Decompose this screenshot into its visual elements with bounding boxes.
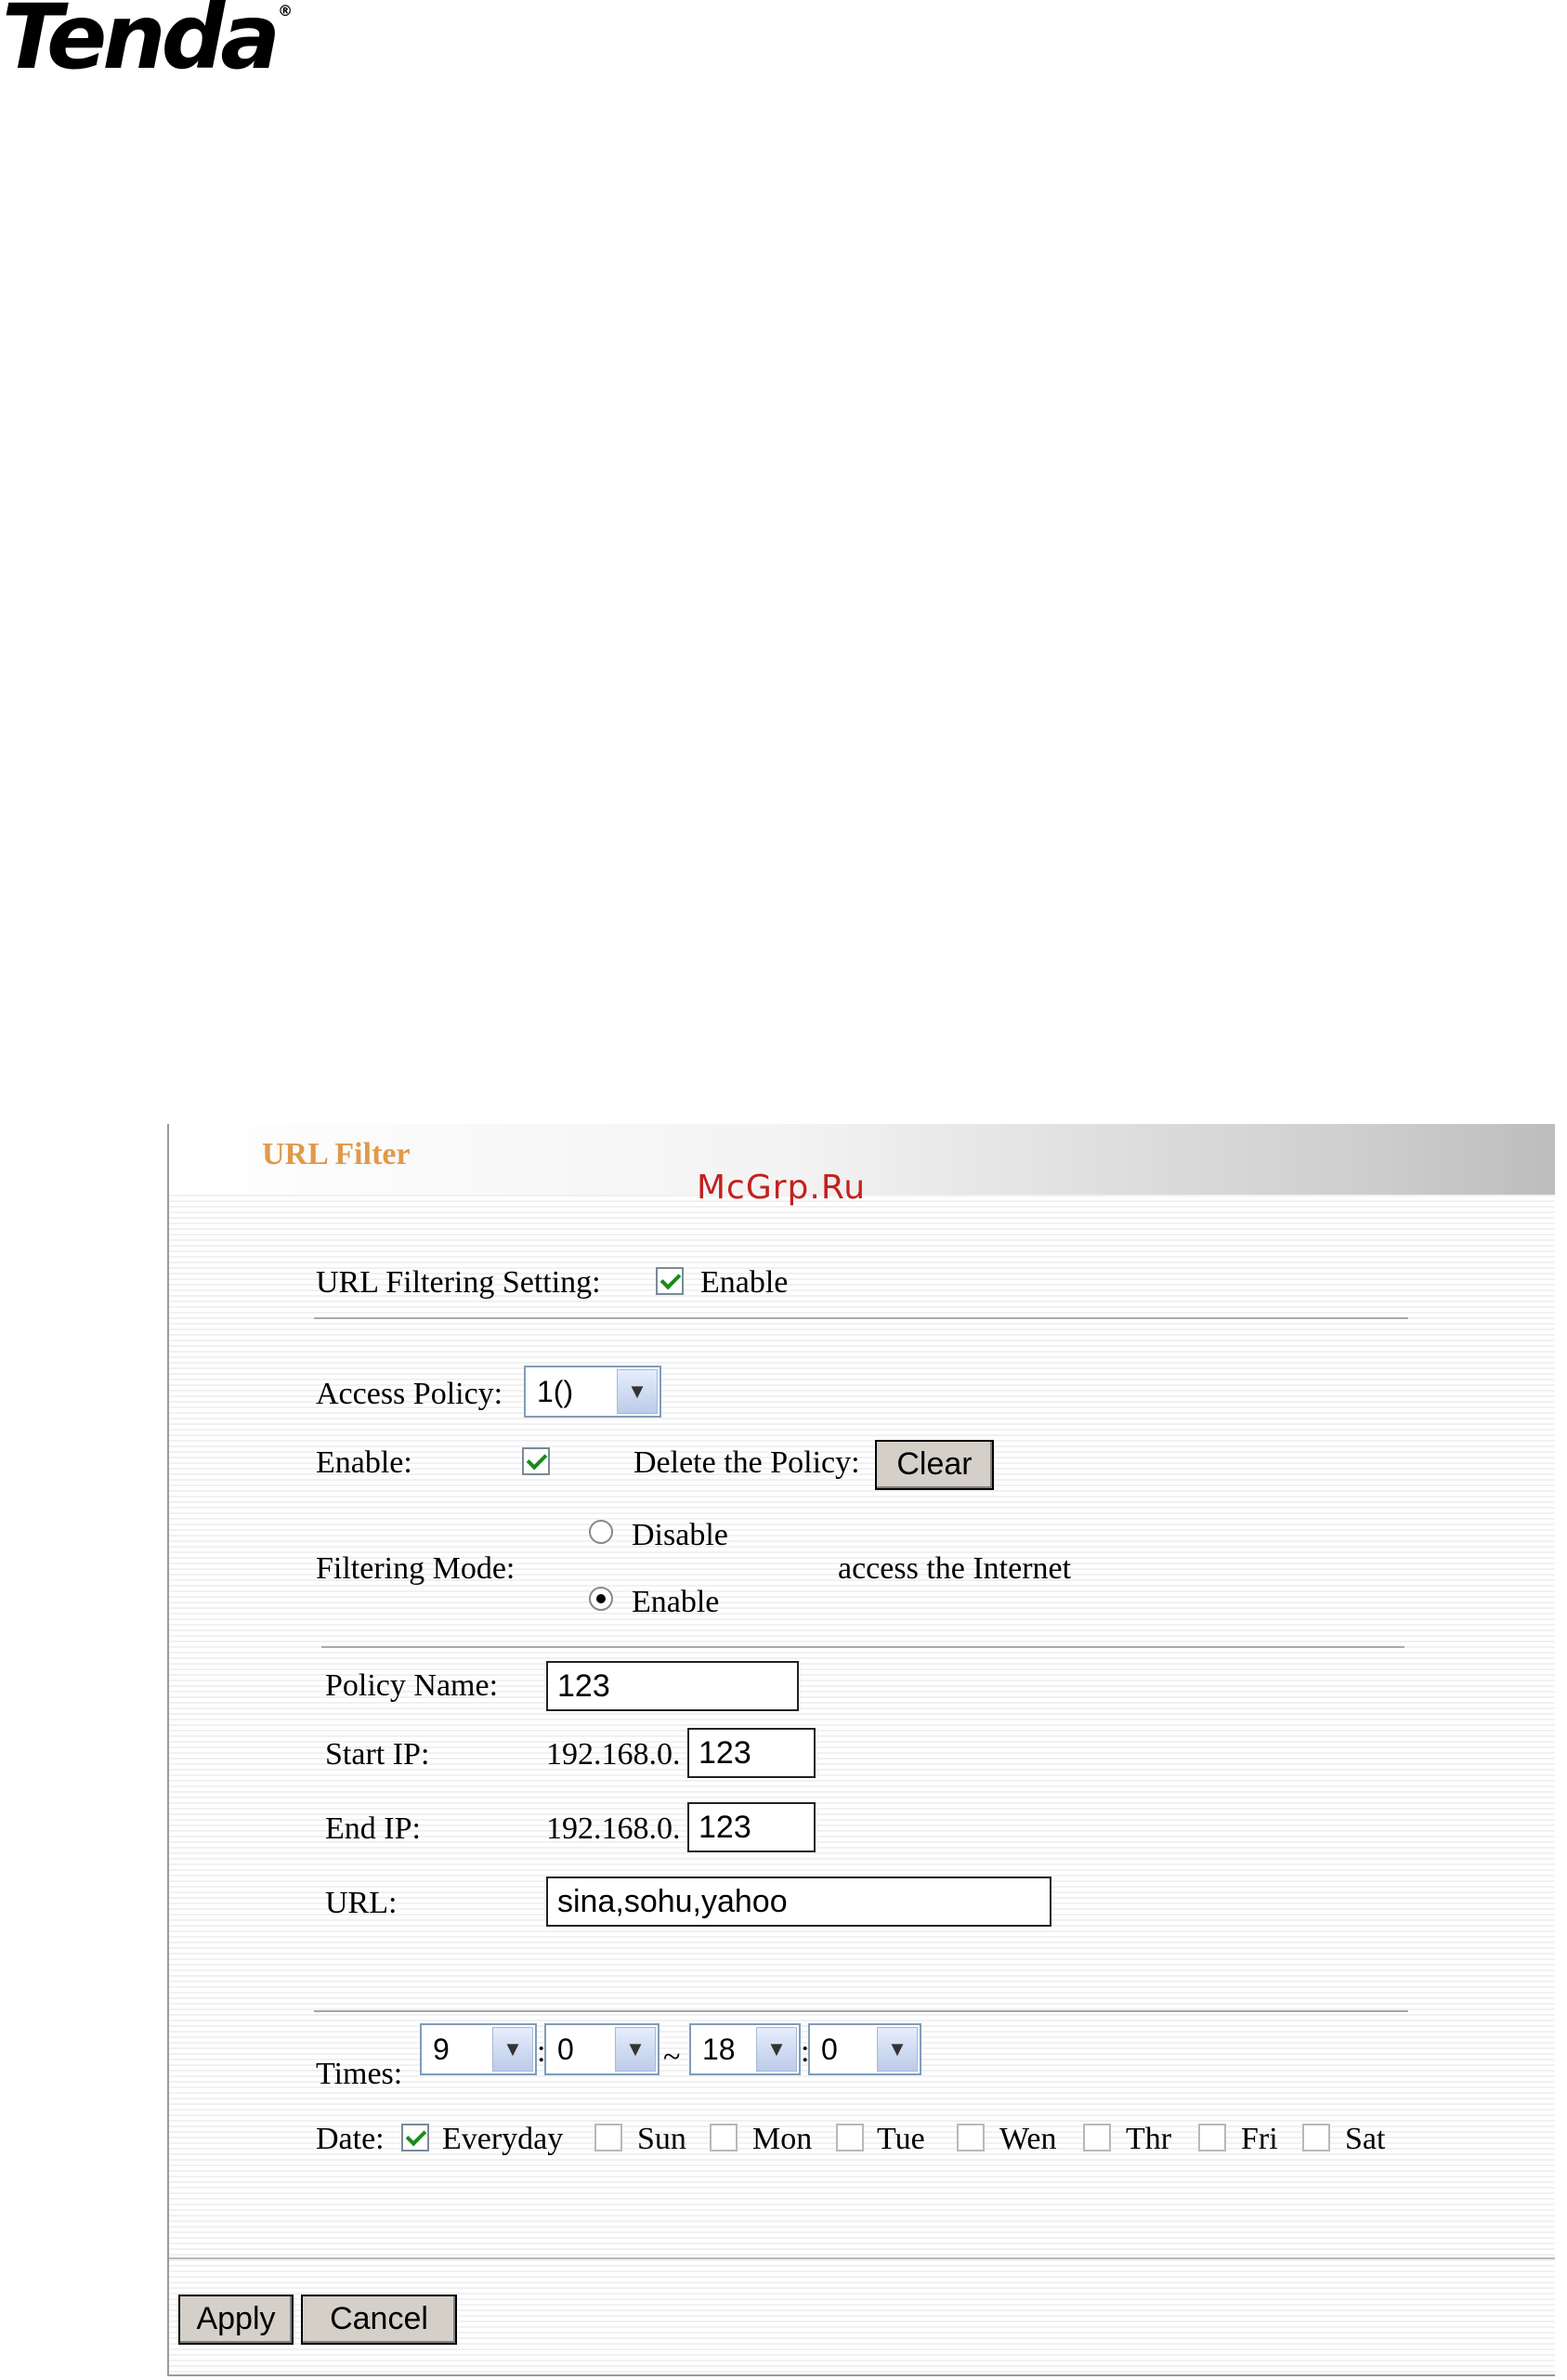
- chevron-down-icon: ▼: [615, 2027, 656, 2072]
- divider: [314, 1317, 1408, 1319]
- delete-policy-label: Delete the Policy:: [633, 1445, 860, 1480]
- end-minute-value: 0: [821, 2033, 838, 2066]
- day-label-wen: Wen: [999, 2122, 1057, 2156]
- day-label-mon: Mon: [752, 2122, 813, 2156]
- start-ip-input[interactable]: 123: [687, 1728, 816, 1778]
- access-policy-value: 1(): [537, 1375, 574, 1408]
- chevron-down-icon: ▼: [492, 2027, 533, 2072]
- start-hour-select[interactable]: 9 ▼: [420, 2023, 537, 2075]
- end-ip-prefix: 192.168.0.: [546, 1811, 681, 1846]
- start-ip-label: Start IP:: [325, 1737, 430, 1772]
- chevron-down-icon: ▼: [877, 2027, 918, 2072]
- start-minute-select[interactable]: 0 ▼: [544, 2023, 659, 2075]
- end-hour-value: 18: [702, 2033, 736, 2066]
- start-ip-prefix: 192.168.0.: [546, 1737, 681, 1772]
- url-label: URL:: [325, 1886, 398, 1920]
- day-label-sat: Sat: [1345, 2122, 1386, 2156]
- day-checkbox-wen[interactable]: [957, 2124, 985, 2151]
- divider: [169, 2257, 1555, 2259]
- day-checkbox-sun[interactable]: [594, 2124, 622, 2151]
- day-label-fri: Fri: [1241, 2122, 1278, 2156]
- chevron-down-icon: ▼: [756, 2027, 797, 2072]
- divider: [321, 1646, 1404, 1648]
- end-minute-select[interactable]: 0 ▼: [808, 2023, 921, 2075]
- clear-button[interactable]: Clear: [875, 1440, 994, 1490]
- filtering-mode-label: Filtering Mode:: [316, 1551, 516, 1586]
- day-checkbox-everyday[interactable]: [401, 2124, 429, 2151]
- times-label: Times:: [316, 2057, 403, 2091]
- url-input[interactable]: sina,sohu,yahoo: [546, 1877, 1051, 1927]
- day-checkbox-fri[interactable]: [1198, 2124, 1226, 2151]
- end-ip-label: End IP:: [325, 1811, 421, 1846]
- policy-name-input[interactable]: 123: [546, 1661, 799, 1711]
- url-filtering-setting-label: URL Filtering Setting:: [316, 1265, 601, 1300]
- panel-title: URL Filter: [262, 1137, 411, 1171]
- filtering-mode-disable-radio[interactable]: [589, 1520, 613, 1544]
- day-label-everyday: Everyday: [442, 2122, 564, 2156]
- apply-button[interactable]: Apply: [178, 2295, 294, 2345]
- policy-enable-label: Enable:: [316, 1445, 412, 1480]
- access-policy-label: Access Policy:: [316, 1377, 503, 1411]
- panel-header: URL Filter McGrp.Ru: [169, 1124, 1555, 1207]
- url-filter-panel: URL Filter McGrp.Ru URL Filtering Settin…: [167, 1124, 1555, 2376]
- date-label: Date:: [316, 2122, 385, 2156]
- day-label-thr: Thr: [1126, 2122, 1172, 2156]
- time-range-tilde: ~: [663, 2040, 681, 2074]
- watermark: McGrp.Ru: [697, 1169, 867, 1207]
- filtering-mode-enable-radio[interactable]: [589, 1587, 613, 1611]
- day-checkbox-mon[interactable]: [710, 2124, 738, 2151]
- access-policy-select[interactable]: 1() ▼: [524, 1366, 661, 1418]
- filtering-mode-suffix: access the Internet: [838, 1551, 1072, 1586]
- url-filtering-enable-checkbox[interactable]: [656, 1267, 684, 1295]
- day-label-sun: Sun: [637, 2122, 686, 2156]
- url-filtering-enable-label: Enable: [700, 1265, 789, 1300]
- divider: [314, 2010, 1408, 2012]
- cancel-button[interactable]: Cancel: [301, 2295, 457, 2345]
- filtering-mode-enable-label: Enable: [632, 1585, 720, 1619]
- policy-name-label: Policy Name:: [325, 1668, 499, 1703]
- end-hour-select[interactable]: 18 ▼: [689, 2023, 801, 2075]
- end-ip-input[interactable]: 123: [687, 1802, 816, 1852]
- tenda-logo: Tenda ®: [2, 0, 294, 89]
- day-checkbox-thr[interactable]: [1083, 2124, 1111, 2151]
- day-checkbox-sat[interactable]: [1302, 2124, 1330, 2151]
- start-minute-value: 0: [557, 2033, 574, 2066]
- day-label-tue: Tue: [877, 2122, 925, 2156]
- policy-enable-checkbox[interactable]: [522, 1447, 550, 1475]
- start-hour-value: 9: [433, 2033, 450, 2066]
- chevron-down-icon: ▼: [617, 1369, 658, 1414]
- day-checkbox-tue[interactable]: [836, 2124, 864, 2151]
- filtering-mode-disable-label: Disable: [632, 1518, 728, 1552]
